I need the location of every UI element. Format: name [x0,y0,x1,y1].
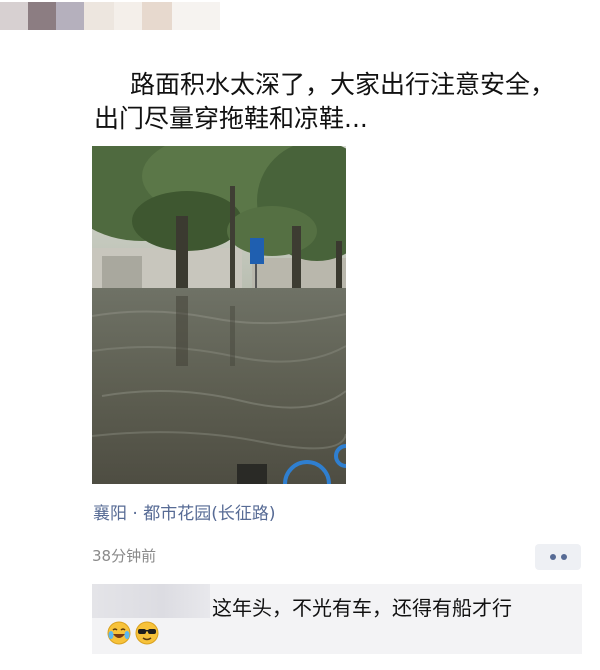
post-text-line-2: 出门尽量穿拖鞋和凉鞋... [94,104,368,133]
more-options-button[interactable] [535,544,581,570]
comment-section: 这年头，不光有车，还得有船才行 [92,584,582,654]
comment-text: 这年头，不光有车，还得有船才行 [212,596,512,620]
dot-icon [549,554,556,560]
blurred-user-name [0,0,220,36]
sunglasses-emoji-icon [135,621,159,645]
post-photo[interactable] [92,146,346,484]
dot-icon [560,554,567,560]
blurred-commenter-name [92,584,210,618]
post-text: 路面积水太深了，大家出行注意安全， 出门尽量穿拖鞋和凉鞋... [94,68,564,136]
location-link[interactable]: 襄阳 · 都市花园(长征路) [93,499,275,524]
laugh-cry-emoji-icon [107,621,131,645]
post-timestamp: 38分钟前 [92,547,157,565]
comment-emoji-row [106,620,160,646]
post-text-line-1: 路面积水太深了，大家出行注意安全， [130,70,556,99]
